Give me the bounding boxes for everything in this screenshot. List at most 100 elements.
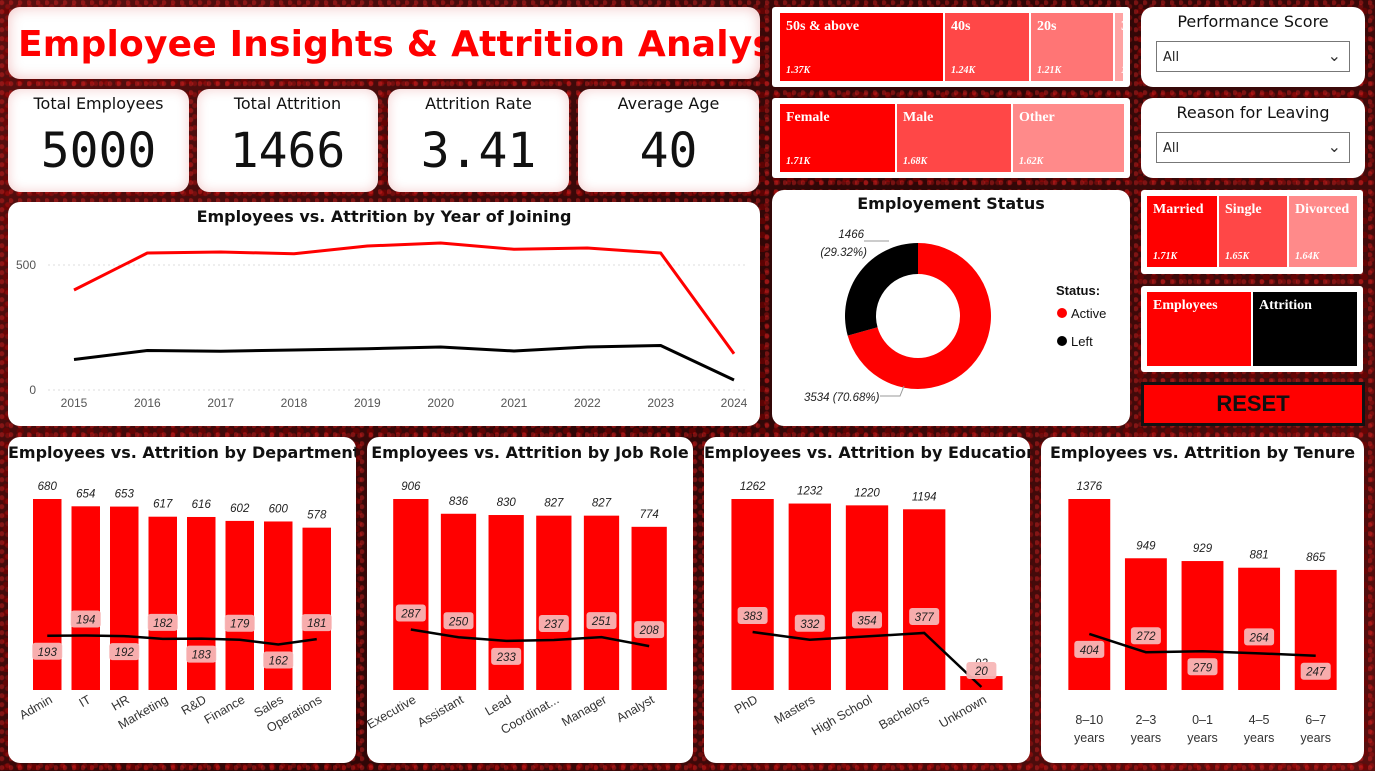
bar-employees[interactable] <box>187 516 216 690</box>
x-tick-label-unit: years <box>1300 731 1331 745</box>
legend-title: Status: <box>1056 283 1100 298</box>
legend-tile-attrition[interactable]: Attrition <box>1253 292 1357 366</box>
age-tile-30s[interactable]: 30s 1.19K <box>1115 13 1130 81</box>
bar-value-label: 600 <box>269 503 289 515</box>
dropdown-value: All <box>1163 50 1180 65</box>
bar-employees[interactable] <box>788 503 831 690</box>
x-tick-label: Analyst <box>614 692 657 725</box>
chevron-down-icon: ⌄ <box>1327 137 1341 156</box>
page-title: Employee Insights & Attrition Analysis <box>18 24 760 65</box>
kpi-total-employees: Total Employees 5000 <box>8 89 189 192</box>
x-tick-label: PhD <box>732 692 760 716</box>
bar-employees[interactable] <box>903 509 946 690</box>
bar-employees[interactable] <box>1124 558 1167 690</box>
attrition-value-label: 192 <box>115 647 135 659</box>
x-tick-label: 2017 <box>207 396 234 410</box>
x-tick-label: 2021 <box>501 396 528 410</box>
performance-score-slicer: Performance Score All ⌄ <box>1141 7 1365 87</box>
bar-value-label: 1220 <box>854 487 880 499</box>
reason-for-leaving-dropdown[interactable]: All ⌄ <box>1156 132 1350 163</box>
bar-employees[interactable] <box>631 526 667 690</box>
attrition-value-label: 233 <box>496 652 517 664</box>
reset-button[interactable]: RESET <box>1141 382 1365 426</box>
attrition-value-label: 279 <box>1192 662 1213 674</box>
bar-employees[interactable] <box>71 506 100 690</box>
employment-status-card: Employement Status 1466 (29.32%) 3534 (7… <box>772 190 1130 426</box>
attrition-value-label: 182 <box>153 618 173 630</box>
attrition-value-label: 251 <box>591 616 611 628</box>
performance-score-dropdown[interactable]: All ⌄ <box>1156 41 1350 72</box>
marital-tile-single[interactable]: Single 1.65K <box>1219 196 1287 267</box>
bar-employees[interactable] <box>110 506 139 690</box>
reason-for-leaving-slicer: Reason for Leaving All ⌄ <box>1141 98 1365 178</box>
tenure-card: Employees vs. Attrition by Tenure 1376 8–… <box>1041 437 1364 763</box>
kpi-total-attrition: Total Attrition 1466 <box>197 89 378 192</box>
bar-employees[interactable] <box>225 520 254 690</box>
legend-tile-employees[interactable]: Employees <box>1147 292 1251 366</box>
gender-tile-male[interactable]: Male 1.68K <box>897 104 1011 172</box>
bar-employees[interactable] <box>845 505 889 690</box>
bar-value-label: 949 <box>1136 540 1156 552</box>
marital-tile-married[interactable]: Married 1.71K <box>1147 196 1217 267</box>
attrition-value-label: 272 <box>1135 631 1156 643</box>
legend-label-left[interactable]: Left <box>1071 334 1093 349</box>
employees-series-line[interactable] <box>73 241 736 355</box>
employment-status-donut: 1466 (29.32%) 3534 (70.68%) Status: Acti… <box>804 229 1106 404</box>
job-role-bar-chart: 906Executive836Assistant830Lead827Coordi… <box>367 481 667 737</box>
bar-value-label: 1232 <box>797 486 823 498</box>
slice-label-active: 3534 (70.68%) <box>804 392 880 404</box>
kpi-label: Total Attrition <box>233 94 342 113</box>
attrition-value-label: 237 <box>543 619 564 631</box>
x-tick-label: 2015 <box>61 396 88 410</box>
x-tick-label: 2020 <box>427 396 454 410</box>
attrition-value-label: 287 <box>400 608 421 620</box>
x-tick-label: IT <box>77 692 94 710</box>
bar-value-label: 616 <box>192 499 212 511</box>
legend-label-active[interactable]: Active <box>1071 306 1106 321</box>
x-tick-label: 2016 <box>134 396 161 410</box>
bar-employees[interactable] <box>536 515 572 690</box>
x-tick-label: 2018 <box>281 396 308 410</box>
bar-value-label: 1262 <box>740 481 766 493</box>
attrition-value-label: 194 <box>76 615 95 627</box>
bar-value-label: 654 <box>76 488 95 500</box>
attrition-value-label: 181 <box>307 618 326 630</box>
bar-employees[interactable] <box>148 516 177 690</box>
bar-employees[interactable] <box>1068 499 1111 690</box>
bar-employees[interactable] <box>583 515 620 690</box>
x-tick-label: Executive <box>367 692 418 731</box>
bar-value-label: 680 <box>38 481 58 493</box>
kpi-attrition-rate: Attrition Rate 3.41 <box>388 89 569 192</box>
age-group-treemap: 50s & above 1.37K 40s 1.24K 20s 1.21K 30… <box>772 7 1130 87</box>
age-tile-40s[interactable]: 40s 1.24K <box>945 13 1029 81</box>
bar-employees[interactable] <box>393 499 429 690</box>
age-tile-50s[interactable]: 50s & above 1.37K <box>780 13 943 81</box>
attrition-value-label: 247 <box>1305 667 1326 679</box>
bar-employees[interactable] <box>302 527 331 690</box>
bar-employees[interactable] <box>440 513 477 690</box>
x-tick-label: 2019 <box>354 396 381 410</box>
x-tick-label: 4–5 <box>1249 713 1270 727</box>
x-tick-label: 2023 <box>647 396 674 410</box>
bar-value-label: 1376 <box>1077 481 1103 493</box>
bar-employees[interactable] <box>731 499 774 690</box>
bar-value-label: 830 <box>497 497 517 509</box>
bar-value-label: 881 <box>1250 550 1269 562</box>
title-card: Employee Insights & Attrition Analysis <box>8 7 760 79</box>
attrition-value-label: 383 <box>743 611 763 623</box>
attrition-series-line[interactable] <box>73 344 735 382</box>
x-tick-label: High School <box>809 692 874 738</box>
bar-employees[interactable] <box>33 499 62 690</box>
marital-tile-divorced[interactable]: Divorced 1.64K <box>1289 196 1357 267</box>
year-of-joining-line-chart: 0 500 2015 2016 2017 2018 2019 2020 2021 2022 2023… <box>16 241 748 410</box>
gender-tile-female[interactable]: Female 1.71K <box>780 104 895 172</box>
bar-value-label: 836 <box>449 496 469 508</box>
x-tick-label-unit: years <box>1244 731 1275 745</box>
x-tick-label: Admin <box>17 692 55 722</box>
age-tile-20s[interactable]: 20s 1.21K <box>1031 13 1113 81</box>
slice-label-left: 1466 <box>838 229 864 241</box>
gender-tile-other[interactable]: Other 1.62K <box>1013 104 1124 172</box>
attrition-value-label: 404 <box>1080 645 1099 657</box>
x-tick-label: 8–10 <box>1075 713 1103 727</box>
kpi-value: 3.41 <box>420 123 537 179</box>
